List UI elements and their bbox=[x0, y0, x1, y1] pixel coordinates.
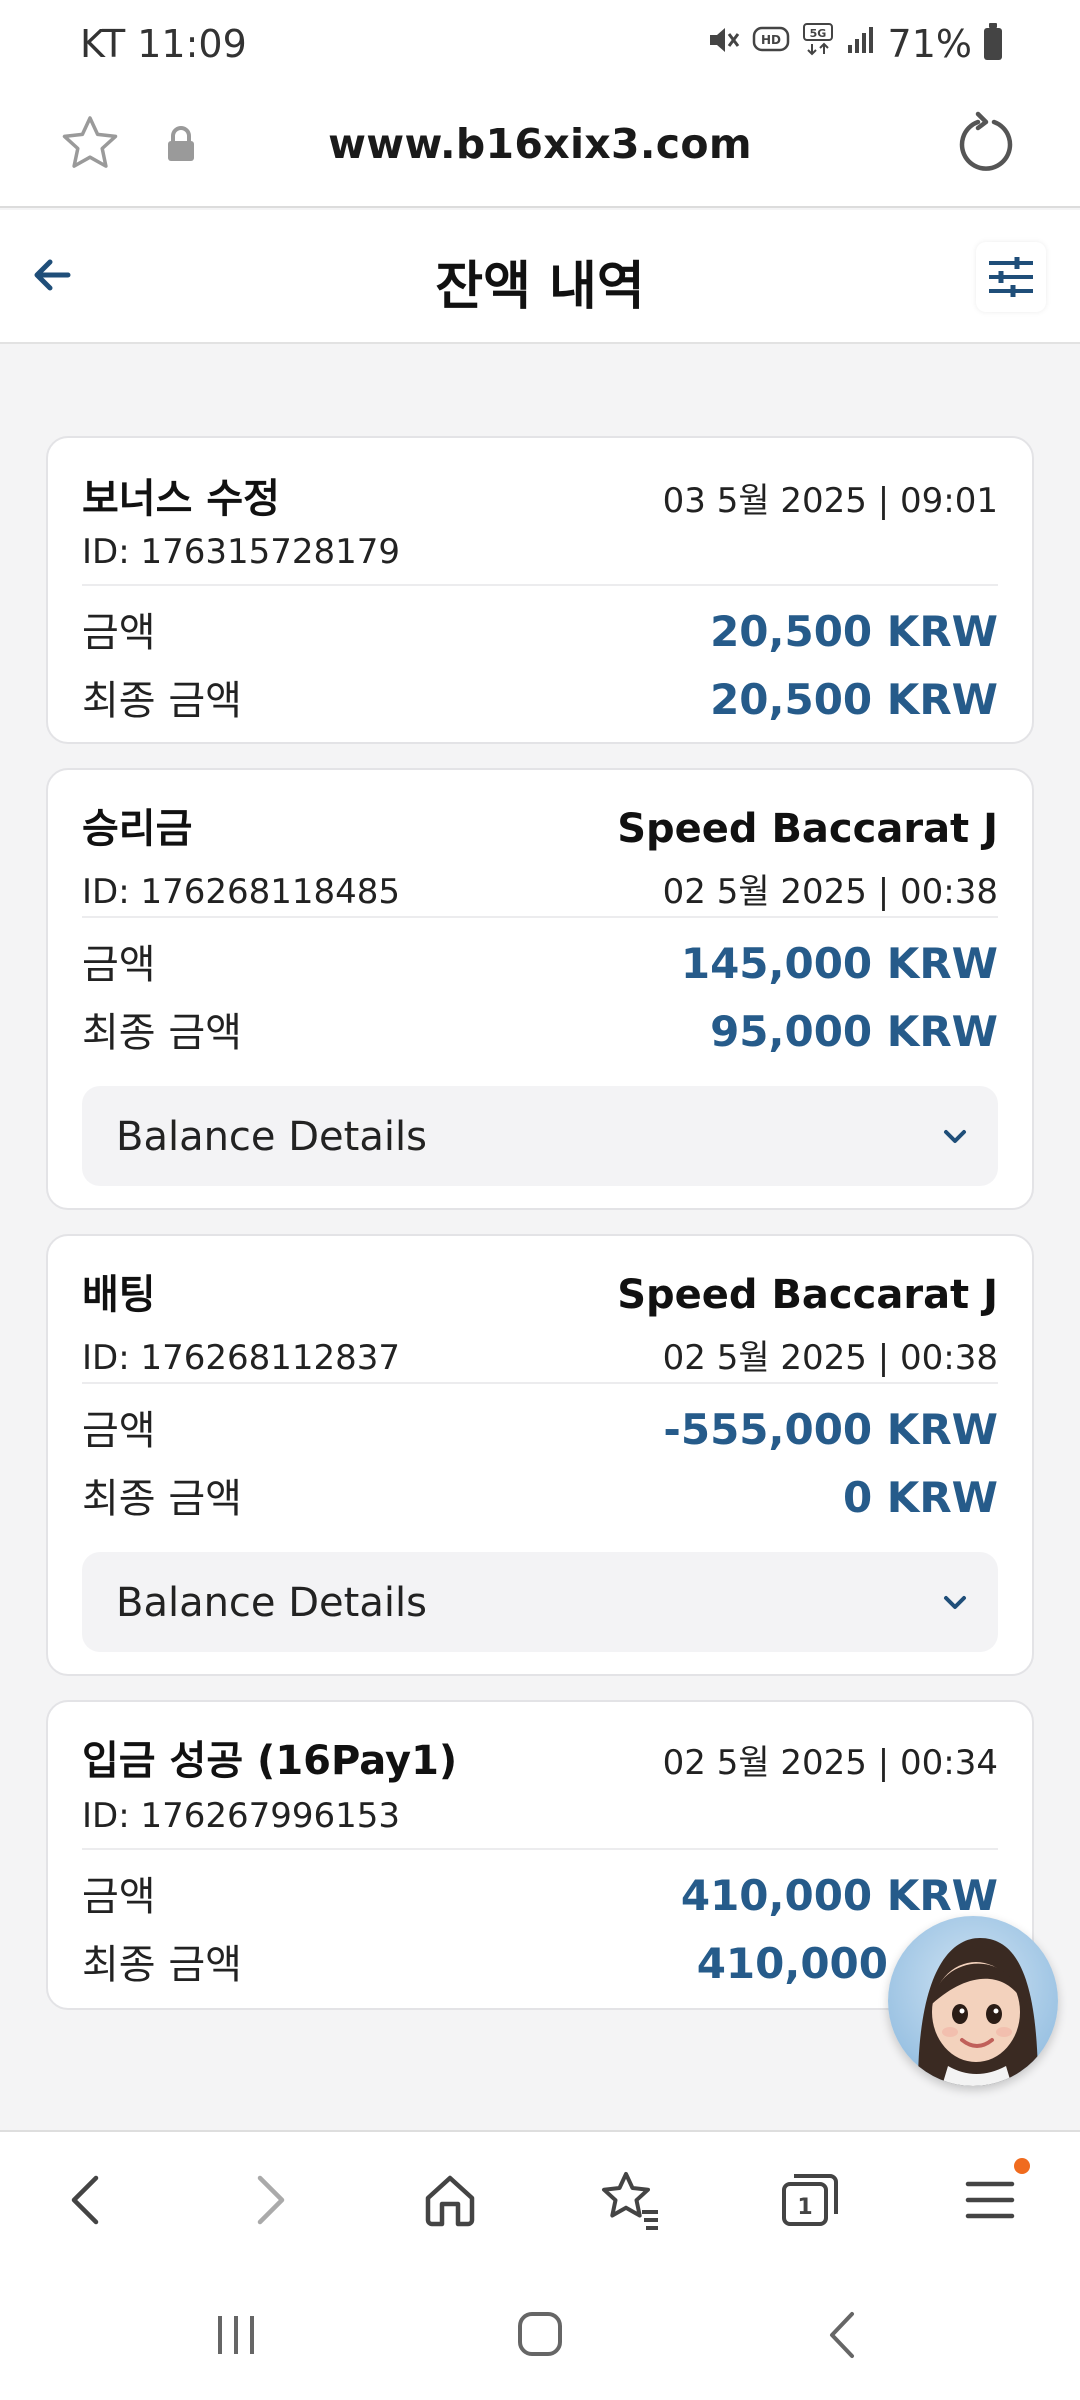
balance-details-label: Balance Details bbox=[116, 1114, 427, 1160]
final-amount-label: 최종 금액 bbox=[82, 1942, 242, 1988]
chat-assistant-avatar[interactable] bbox=[888, 1916, 1058, 2086]
bookmarks-icon[interactable] bbox=[594, 2164, 666, 2236]
amount-value: 145,000 KRW bbox=[680, 939, 998, 988]
game-name: Speed Baccarat J bbox=[617, 1272, 998, 1318]
browser-url-bar: www.b16xix3.com bbox=[0, 90, 1080, 208]
final-amount-value: 95,000 KRW bbox=[710, 1007, 998, 1056]
filter-sliders-icon bbox=[989, 257, 1033, 297]
battery-icon bbox=[984, 23, 1002, 60]
transaction-card: 입금 성공 (16Pay1) 02 5월 2025 | 00:34 ID: 17… bbox=[46, 1700, 1034, 2010]
transaction-card: 보너스 수정 03 5월 2025 | 09:01 ID: 1763157281… bbox=[46, 436, 1034, 744]
recent-apps-icon[interactable] bbox=[206, 2310, 266, 2360]
battery-percent: 71% bbox=[887, 22, 972, 66]
final-amount-label: 최종 금액 bbox=[82, 1476, 242, 1522]
balance-details-label: Balance Details bbox=[116, 1580, 427, 1626]
svg-text:5G: 5G bbox=[809, 27, 826, 40]
browser-bottom-bar: 1 bbox=[0, 2130, 1080, 2270]
amount-label: 금액 bbox=[82, 610, 156, 656]
final-amount-label: 최종 금액 bbox=[82, 1010, 242, 1056]
transaction-id: ID: 176267996153 bbox=[82, 1796, 401, 1836]
5g-icon: 5G bbox=[802, 22, 834, 66]
filter-button[interactable] bbox=[976, 242, 1046, 312]
hd-icon: HD bbox=[752, 25, 790, 63]
home-button-icon[interactable] bbox=[510, 2310, 570, 2360]
amount-label: 금액 bbox=[82, 1408, 156, 1454]
status-bar: KT 11:09 HD 5G 71% bbox=[0, 0, 1080, 90]
final-amount-value: 0 KRW bbox=[842, 1473, 998, 1522]
divider bbox=[82, 1382, 998, 1384]
status-time: KT 11:09 bbox=[80, 22, 247, 66]
system-navigation-bar bbox=[0, 2270, 1080, 2400]
back-icon[interactable] bbox=[52, 2164, 124, 2236]
page-title: 잔액 내역 bbox=[435, 257, 645, 317]
game-name: Speed Baccarat J bbox=[617, 806, 998, 852]
divider bbox=[82, 916, 998, 918]
assistant-face-icon bbox=[918, 1938, 1038, 2086]
transaction-id: ID: 176268112837 bbox=[82, 1338, 401, 1378]
chevron-down-icon bbox=[944, 1596, 966, 1609]
transaction-date: 02 5월 2025 | 00:38 bbox=[662, 1338, 998, 1378]
transaction-id: ID: 176315728179 bbox=[82, 532, 401, 572]
notification-dot bbox=[1014, 2158, 1030, 2174]
final-amount-value: 410,000 bbox=[696, 1939, 888, 1988]
svg-text:1: 1 bbox=[797, 2195, 812, 2220]
svg-text:HD: HD bbox=[761, 33, 781, 47]
tabs-icon[interactable]: 1 bbox=[774, 2164, 846, 2236]
transaction-date: 03 5월 2025 | 09:01 bbox=[662, 481, 998, 521]
divider bbox=[82, 1848, 998, 1850]
transaction-type: 입금 성공 (16Pay1) bbox=[82, 1738, 458, 1784]
transaction-type: 배팅 bbox=[82, 1272, 156, 1318]
balance-details-toggle[interactable]: Balance Details bbox=[82, 1086, 998, 1186]
transaction-type: 보너스 수정 bbox=[82, 476, 280, 522]
amount-label: 금액 bbox=[82, 1874, 156, 1920]
url-text[interactable]: www.b16xix3.com bbox=[0, 120, 1080, 168]
amount-value: 20,500 KRW bbox=[710, 607, 998, 656]
mute-icon bbox=[706, 23, 740, 65]
divider bbox=[82, 584, 998, 586]
amount-label: 금액 bbox=[82, 942, 156, 988]
page-header: 잔액 내역 bbox=[0, 210, 1080, 344]
forward-icon[interactable] bbox=[232, 2164, 304, 2236]
transaction-date: 02 5월 2025 | 00:38 bbox=[662, 872, 998, 912]
status-icons: HD 5G 71% bbox=[706, 22, 1002, 66]
transaction-card: 배팅 Speed Baccarat J ID: 176268112837 02 … bbox=[46, 1234, 1034, 1676]
system-back-icon[interactable] bbox=[814, 2310, 874, 2360]
reload-icon[interactable] bbox=[952, 110, 1020, 178]
final-amount-value: 20,500 KRW bbox=[710, 675, 998, 724]
transaction-type: 승리금 bbox=[82, 806, 193, 852]
chevron-down-icon bbox=[944, 1130, 966, 1143]
home-icon[interactable] bbox=[414, 2164, 486, 2236]
transaction-card: 승리금 Speed Baccarat J ID: 176268118485 02… bbox=[46, 768, 1034, 1210]
amount-value: -555,000 KRW bbox=[663, 1405, 998, 1454]
balance-details-toggle[interactable]: Balance Details bbox=[82, 1552, 998, 1652]
menu-icon[interactable] bbox=[954, 2164, 1026, 2236]
amount-value: 410,000 KRW bbox=[680, 1871, 998, 1920]
final-amount-label: 최종 금액 bbox=[82, 678, 242, 724]
transaction-id: ID: 176268118485 bbox=[82, 872, 401, 912]
signal-icon bbox=[846, 25, 876, 63]
transaction-date: 02 5월 2025 | 00:34 bbox=[662, 1743, 998, 1783]
